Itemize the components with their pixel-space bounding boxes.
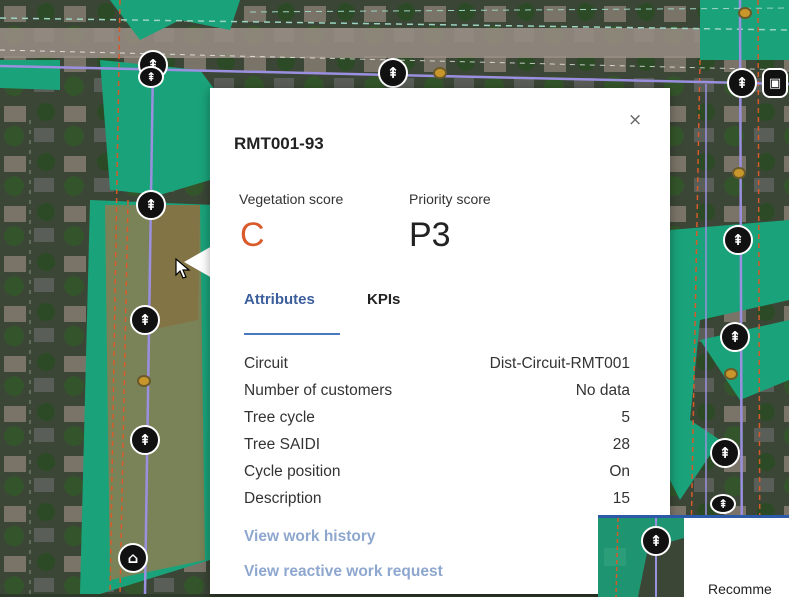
attribute-key: Circuit [244,355,288,372]
priority-score-value: P3 [409,216,451,254]
priority-score-label: Priority score [409,191,491,207]
attribute-key: Tree SAIDI [244,436,321,453]
view-work-history-link[interactable]: View work history [244,528,376,546]
popup-pointer [184,246,212,278]
view-reactive-work-request-link[interactable]: View reactive work request [244,563,443,581]
recommendation-label: Recomme [708,581,772,597]
utility-pole-icon[interactable]: ⇞ [710,494,736,514]
meter-icon[interactable] [137,375,151,387]
utility-pole-icon[interactable]: ⇞ [130,425,160,455]
transformer-icon[interactable]: ▣ [762,68,788,98]
meter-icon[interactable] [738,7,752,19]
attribute-row: Description 15 [244,490,630,514]
attribute-value: 28 [612,436,630,453]
vegetation-score-value: C [240,216,265,254]
attribute-row: Tree cycle 5 [244,409,630,433]
attribute-key: Tree cycle [244,409,315,426]
mini-map [598,518,684,597]
tab-attributes[interactable]: Attributes [244,291,315,308]
meter-icon[interactable] [724,368,738,380]
utility-pole-icon[interactable]: ⇞ [130,305,160,335]
attribute-value: Dist-Circuit-RMT001 [489,355,630,372]
attribute-value: No data [575,382,630,399]
vegetation-score-label: Vegetation score [239,191,344,207]
attribute-key: Cycle position [244,463,341,480]
popup-title: RMT001-93 [234,134,324,153]
attribute-row: Number of customers No data [244,382,630,406]
attribute-value: 5 [621,409,630,426]
attribute-key: Description [244,490,322,507]
attribute-row: Cycle position On [244,463,630,487]
tab-kpis[interactable]: KPIs [367,291,400,308]
utility-pole-icon[interactable]: ⇞ [378,58,408,88]
meter-icon[interactable] [433,67,447,79]
utility-pole-icon[interactable]: ⇞ [727,68,757,98]
attribute-row: Tree SAIDI 28 [244,436,630,460]
attribute-key: Number of customers [244,382,393,399]
active-tab-indicator [244,333,340,335]
close-icon[interactable]: × [628,110,642,130]
utility-pole-icon[interactable]: ⇞ [710,438,740,468]
road [0,28,789,58]
attribute-value: 15 [612,490,630,507]
utility-pole-icon[interactable]: ⇞ [136,190,166,220]
utility-pole-icon[interactable]: ⇞ [723,225,753,255]
utility-pole-icon[interactable]: ⇞ [720,322,750,352]
secondary-panel: ⇞ Recomme [598,515,789,597]
attribute-value: On [609,463,630,480]
meter-icon[interactable] [732,167,746,179]
transformer-icon[interactable]: ⌂ [118,543,148,573]
utility-pole-icon[interactable]: ⇞ [641,526,671,556]
utility-pole-icon[interactable]: ⇞ [138,66,164,88]
attribute-row: Circuit Dist-Circuit-RMT001 [244,355,630,379]
